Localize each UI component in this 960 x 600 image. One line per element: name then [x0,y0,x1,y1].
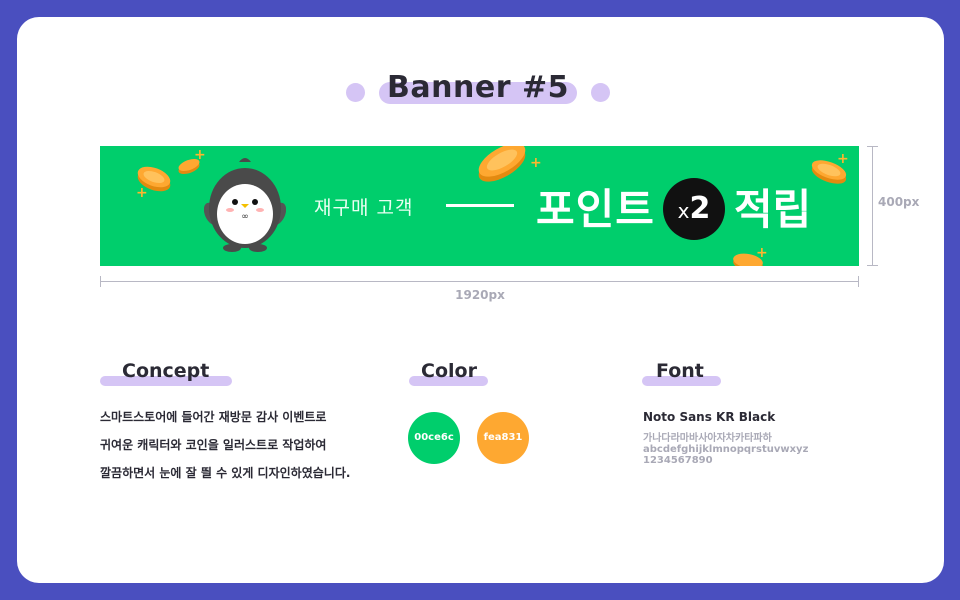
font-sample-line: abcdefghijklmnopqrstuvwxyz [643,444,809,455]
height-dimension-tick [867,146,878,147]
concept-line: 스마트스토어에 들어간 재방문 감사 이벤트로 [100,410,327,424]
color-swatch-green: 00ce6c [408,412,460,464]
font-sample-line: 가나다라마바사아자차카타파하 [643,433,772,444]
width-dimension-line [100,281,859,282]
sparkle-icon: + [530,155,542,171]
font-heading: Font [642,360,721,386]
coin-icon [478,146,526,182]
badge-number: 2 [689,191,711,226]
width-dimension-tick [100,276,101,287]
concept-heading: Concept [100,360,232,386]
title-right-dot [591,83,610,102]
title-left-dot [346,83,365,102]
color-swatch-orange: fea831 [477,412,529,464]
banner-preview: + + + + + ∞ 재구매 고객 포인트 x2 적립 [100,146,859,266]
swatch-label: 00ce6c [414,432,454,443]
height-dimension-label: 400px [878,195,920,209]
width-dimension-tick [858,276,859,287]
banner-subtitle: 재구매 고객 [314,197,414,219]
swatch-label: fea831 [483,432,523,443]
page-title-group: Banner #5 [346,70,610,112]
multiplier-badge: x2 [663,178,725,240]
penguin-character-icon: ∞ [204,158,286,252]
sparkle-icon: + [136,185,148,201]
color-heading: Color [409,360,488,386]
concept-heading-text: Concept [122,360,210,382]
font-sample: 가나다라마바사아자차카타파하 abcdefghijklmnopqrstuvwxy… [643,433,808,466]
concept-line: 깔끔하면서 눈에 잘 띌 수 있게 디자인하였습니다. [100,466,351,480]
banner-headline-end: 적립 [734,185,812,234]
width-dimension-label: 1920px [455,288,505,302]
sparkle-icon: + [837,151,849,167]
color-heading-text: Color [421,360,477,382]
page-title: Banner #5 [387,70,569,105]
sparkle-icon: + [756,245,768,261]
font-heading-text: Font [656,360,704,382]
height-dimension-tick [867,265,878,266]
font-sample-line: 1234567890 [643,455,713,466]
concept-line: 귀여운 캐릭터와 코인을 일러스트로 작업하여 [100,438,327,452]
font-name: Noto Sans KR Black [643,410,776,424]
badge-x: x [677,199,690,223]
banner-headline: 포인트 [536,185,655,234]
concept-description: 스마트스토어에 들어간 재방문 감사 이벤트로 귀여운 캐릭터와 코인을 일러스… [100,408,400,492]
height-dimension-line [872,146,873,266]
svg-text:∞: ∞ [241,212,249,222]
banner-divider-line [446,204,514,207]
